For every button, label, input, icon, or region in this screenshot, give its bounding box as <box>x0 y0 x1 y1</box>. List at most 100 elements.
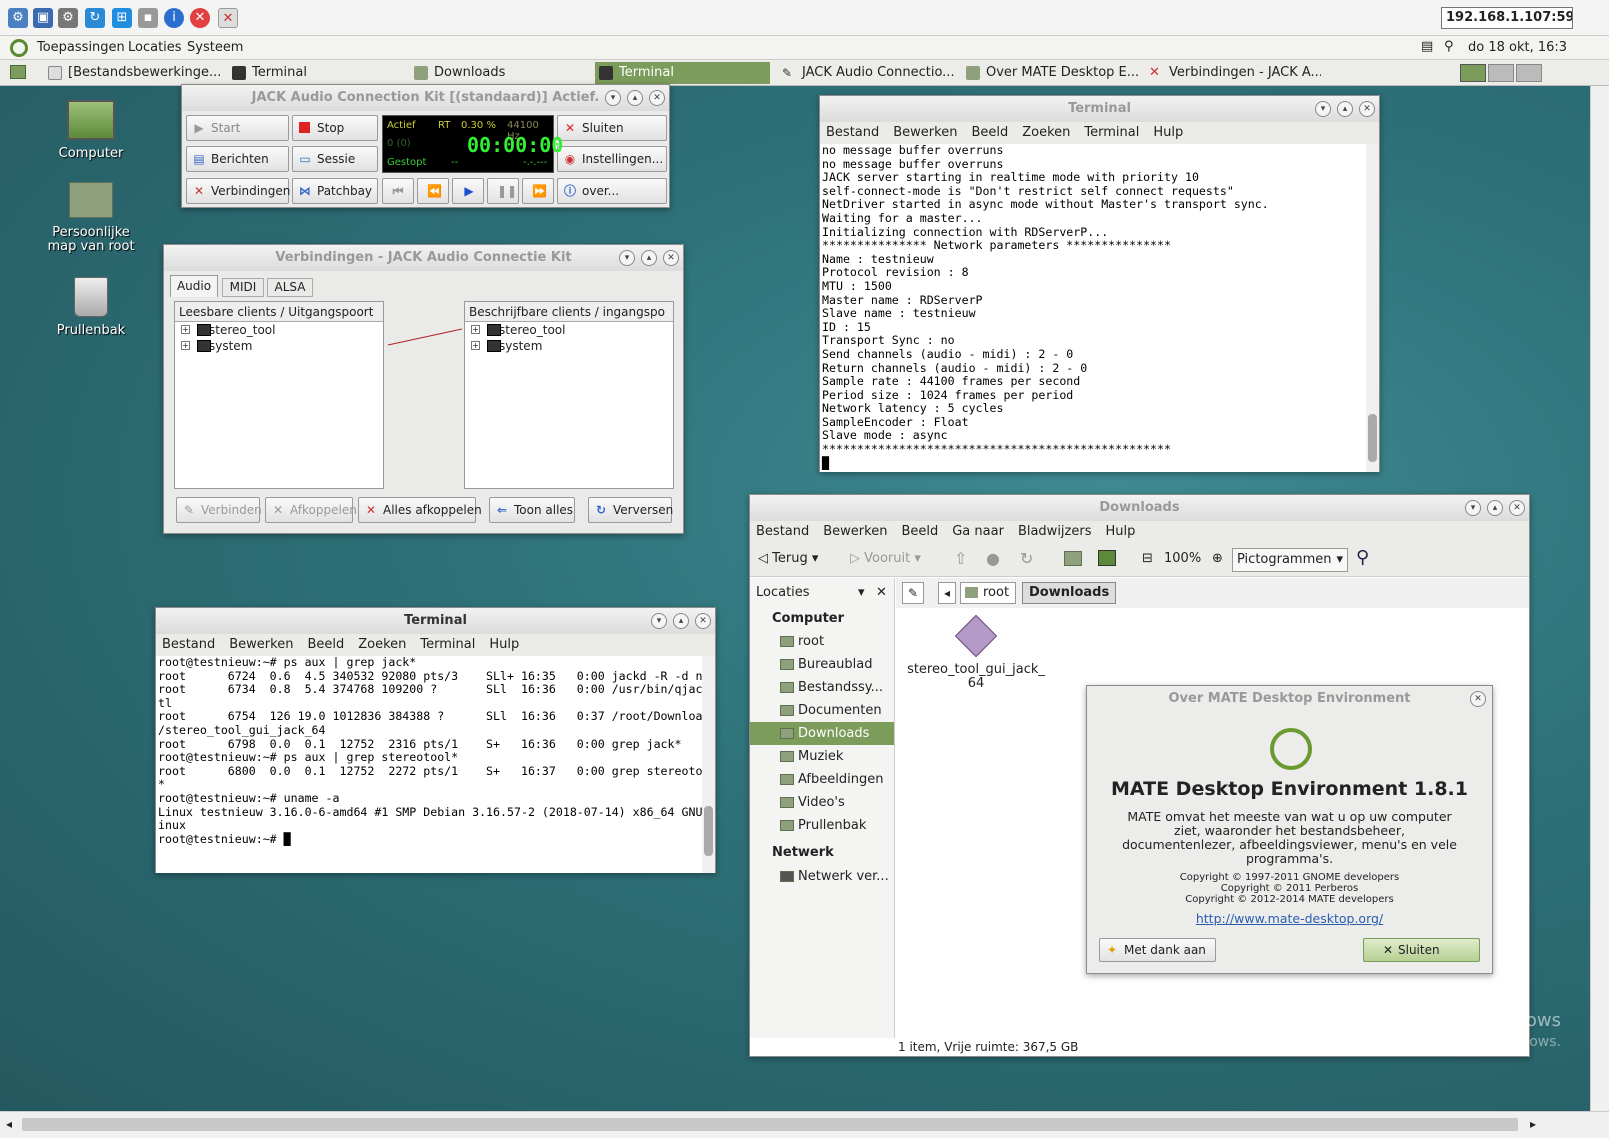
maximize-button[interactable]: ▴ <box>641 250 657 266</box>
quit-button[interactable]: ✕ Sluiten <box>557 115 667 141</box>
windows-key-icon[interactable]: ⊞ <box>112 8 132 28</box>
menu-go[interactable]: Ga naar <box>952 524 1004 539</box>
sidebar-item-1[interactable]: Bureaublad <box>750 653 894 676</box>
stop-button[interactable]: Stop <box>292 115 378 141</box>
task-jack[interactable]: ✎ JACK Audio Connectio... <box>778 62 954 84</box>
forward-button[interactable]: ▷ Vooruit ▾ <box>850 551 921 566</box>
menu-terminal[interactable]: Terminal <box>1084 125 1139 140</box>
zoom-out-icon[interactable]: ⊟ <box>1142 551 1153 566</box>
menu-edit[interactable]: Bewerken <box>893 125 957 140</box>
disconnect-all-button[interactable]: ✕ Alles afkoppelen <box>358 497 482 523</box>
menu-file[interactable]: Bestand <box>162 637 215 652</box>
close-button[interactable]: ✕ <box>695 613 711 629</box>
search-tool-icon[interactable]: ⚲ <box>1444 39 1454 54</box>
tab-midi[interactable]: MIDI <box>222 278 264 297</box>
network-icon[interactable]: ▤ <box>1421 39 1433 54</box>
path-downloads[interactable]: Downloads <box>1022 582 1117 604</box>
menu-edit[interactable]: Bewerken <box>229 637 293 652</box>
pause-button[interactable]: ❚❚ <box>487 178 519 204</box>
menu-file[interactable]: Bestand <box>756 524 809 539</box>
close-button[interactable]: ✕ <box>1509 500 1525 516</box>
minimize-button[interactable]: ▾ <box>651 613 667 629</box>
close-session-icon[interactable]: ✕ <box>218 8 238 28</box>
close-dialog-button[interactable]: ✕ Sluiten <box>1363 938 1480 962</box>
tab-audio[interactable]: Audio <box>170 275 218 297</box>
rewind-button[interactable]: ⏪ <box>417 178 449 204</box>
close-button[interactable]: ✕ <box>1359 101 1375 117</box>
terminal-output[interactable]: root@testnieuw:~# ps aux | grep jack* ro… <box>156 656 703 873</box>
maximize-button[interactable]: ▴ <box>673 613 689 629</box>
scroll-thumb[interactable] <box>22 1118 1518 1131</box>
close-button[interactable]: ✕ <box>649 90 665 106</box>
expand-icon[interactable]: + <box>181 341 190 350</box>
task-downloads[interactable]: Downloads <box>410 62 580 84</box>
menu-search[interactable]: Zoeken <box>358 637 406 652</box>
menu-help[interactable]: Hulp <box>1153 125 1183 140</box>
scroll-right-icon[interactable]: ▸ <box>1530 1117 1536 1131</box>
minimize-button[interactable]: ▾ <box>619 250 635 266</box>
up-icon[interactable]: ⇧ <box>954 549 967 568</box>
home-icon[interactable] <box>1064 551 1082 566</box>
stop-icon[interactable]: ● <box>986 549 1000 568</box>
maximize-button[interactable]: ▴ <box>1337 101 1353 117</box>
workspace-1[interactable] <box>1460 64 1486 82</box>
rewind-start-button[interactable]: ⏮ <box>382 178 414 204</box>
viewer-vertical-scrollbar[interactable] <box>1590 86 1609 1111</box>
task-terminal-1[interactable]: Terminal <box>228 62 398 84</box>
sidebar-item-7[interactable]: Video's <box>750 791 894 814</box>
close-sidebar-icon[interactable]: ✕ <box>876 578 887 608</box>
desktop-icon-computer[interactable]: Computer <box>36 100 146 161</box>
tab-alsa[interactable]: ALSA <box>267 278 313 297</box>
close-button[interactable]: ✕ <box>663 250 679 266</box>
expand-icon[interactable]: + <box>471 325 480 334</box>
input-header[interactable]: Beschrijfbare clients / ingangspo <box>465 302 673 322</box>
task-file-editor[interactable]: [Bestandsbewerkinge... <box>44 62 220 84</box>
menu-terminal[interactable]: Terminal <box>420 637 475 652</box>
sidebar-item-6[interactable]: Afbeeldingen <box>750 768 894 791</box>
file-item[interactable]: stereo_tool_gui_jack_64 <box>906 614 1046 691</box>
info-icon[interactable]: i <box>164 8 184 28</box>
fullscreen-icon[interactable]: ▣ <box>33 8 53 28</box>
terminal-scrollbar[interactable] <box>1366 144 1379 472</box>
menu-file[interactable]: Bestand <box>826 125 879 140</box>
scroll-thumb[interactable] <box>704 806 713 856</box>
connect-button[interactable]: ✎ Verbinden <box>176 497 262 523</box>
patchbay-button[interactable]: ⋈ Patchbay <box>292 178 378 204</box>
terminal-output[interactable]: no message buffer overruns no message bu… <box>820 144 1367 472</box>
settings-gear-icon[interactable]: ⚙ <box>58 8 78 28</box>
input-ports-list[interactable]: Beschrijfbare clients / ingangspo + stere… <box>464 301 674 489</box>
path-root[interactable]: root <box>960 582 1017 604</box>
menu-bookmarks[interactable]: Bladwijzers <box>1018 524 1092 539</box>
minimize-button[interactable]: ▾ <box>1465 500 1481 516</box>
refresh-button[interactable]: ↻ Verversen <box>588 497 673 523</box>
edit-path-icon[interactable]: ✎ <box>902 582 924 604</box>
menu-system[interactable]: Systeem <box>187 40 243 55</box>
menu-help[interactable]: Hulp <box>1105 524 1135 539</box>
about-button[interactable]: ⓘ over... <box>557 178 667 204</box>
play-button[interactable]: ▶ <box>452 178 484 204</box>
maximize-button[interactable]: ▴ <box>627 90 643 106</box>
settings-button[interactable]: ◉ Instellingen... <box>557 146 667 172</box>
sidebar-item-network[interactable]: Netwerk ver... <box>750 865 894 888</box>
connections-button[interactable]: ✕ Verbindingen <box>186 178 290 204</box>
zoom-in-icon[interactable]: ⊕ <box>1212 551 1223 566</box>
task-about-mate[interactable]: Over MATE Desktop E... <box>962 62 1138 84</box>
expand-icon[interactable]: + <box>471 341 480 350</box>
credits-button[interactable]: ✦ Met dank aan <box>1099 938 1216 962</box>
sidebar-item-5[interactable]: Muziek <box>750 745 894 768</box>
sidebar-item-3[interactable]: Documenten <box>750 699 894 722</box>
search-icon[interactable]: ⚲ <box>1356 547 1369 568</box>
back-button[interactable]: ◁ Terug ▾ <box>758 551 818 566</box>
task-connections[interactable]: ✕ Verbindingen - JACK A... <box>1145 62 1321 84</box>
terminal-scrollbar[interactable] <box>702 656 715 873</box>
refresh-icon[interactable]: ↻ <box>85 8 105 28</box>
session-button[interactable]: ▭ Sessie <box>292 146 378 172</box>
workspace-2[interactable] <box>1488 64 1514 82</box>
disconnect-button[interactable]: ✕ Afkoppelen <box>265 497 357 523</box>
client-row[interactable]: + system <box>175 338 383 354</box>
viewer-horizontal-scrollbar[interactable]: ◂ ▸ <box>0 1111 1609 1138</box>
menu-view[interactable]: Beeld <box>307 637 344 652</box>
menu-places[interactable]: Locaties <box>128 40 182 55</box>
disconnect-icon[interactable]: ✕ <box>190 8 210 28</box>
desktop-icon-home[interactable]: Persoonlijke map van root <box>36 182 146 254</box>
